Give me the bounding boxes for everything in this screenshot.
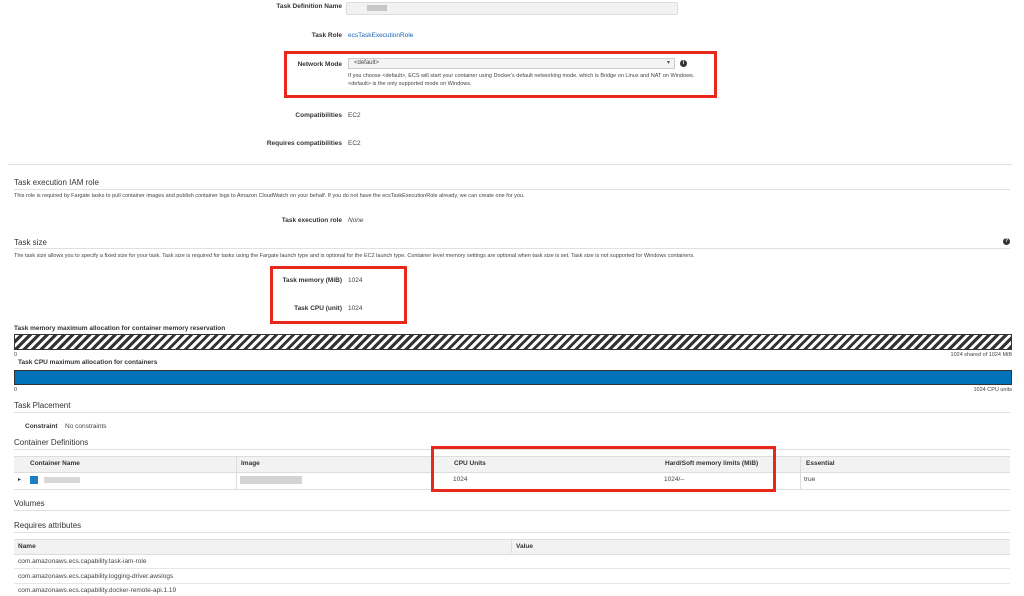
divider <box>14 189 1010 190</box>
help-icon[interactable]: ? <box>1003 238 1010 245</box>
column-divider <box>511 539 512 553</box>
cpu-allocation-total: 1024 CPU units <box>973 387 1012 393</box>
caret-right-icon[interactable]: ▸ <box>18 476 21 483</box>
cpu-allocation-title: Task CPU maximum allocation for containe… <box>18 359 158 366</box>
memory-allocation-total: 1024 shared of 1024 MiB <box>950 352 1012 358</box>
table-row: com.amazonaws.ecs.capability.docker-remo… <box>14 584 1010 596</box>
cpu-allocation-fill <box>15 371 1011 384</box>
attribute-name: com.amazonaws.ecs.capability.logging-dri… <box>18 573 174 580</box>
container-definitions-title: Container Definitions <box>14 438 89 447</box>
divider <box>8 164 1012 165</box>
divider <box>14 248 1010 249</box>
redacted-image <box>240 476 302 484</box>
task-size-description: The task size allows you to specify a fi… <box>14 253 695 259</box>
requires-compatibilities-value: EC2 <box>348 140 361 147</box>
task-size-title: Task size <box>14 238 47 247</box>
task-placement-title: Task Placement <box>14 401 71 410</box>
task-role-link[interactable]: ecsTaskExecutionRole <box>348 32 413 39</box>
table-row: com.amazonaws.ecs.capability.task-iam-ro… <box>14 554 1010 569</box>
network-mode-help: If you choose <default>, ECS will start … <box>348 73 695 87</box>
attribute-name: com.amazonaws.ecs.capability.task-iam-ro… <box>18 558 147 565</box>
network-mode-select[interactable]: <default> ▾ <box>348 58 675 69</box>
redacted-name <box>367 5 387 11</box>
container-icon <box>30 476 38 484</box>
requires-compatibilities-label: Requires compatibilities <box>266 140 342 147</box>
memory-allocation-title: Task memory maximum allocation for conta… <box>14 325 226 332</box>
table-row: com.amazonaws.ecs.capability.logging-dri… <box>14 569 1010 584</box>
network-mode-label: Network Mode <box>297 61 342 68</box>
cpu-allocation-bar <box>14 370 1012 385</box>
constraint-value: No constraints <box>65 423 107 430</box>
memory-allocation-fill <box>15 335 1011 349</box>
info-icon[interactable]: i <box>680 60 687 67</box>
constraint-label: Constraint <box>25 423 58 430</box>
chevron-down-icon: ▾ <box>666 60 670 66</box>
task-size-highlight <box>270 266 407 324</box>
divider <box>14 510 1010 511</box>
iam-section-title: Task execution IAM role <box>14 178 99 187</box>
task-execution-role-label: Task execution role <box>281 217 342 224</box>
column-value: Value <box>516 543 533 550</box>
task-cpu-value: 1024 <box>348 305 363 312</box>
memory-allocation-min: 0 <box>14 352 18 358</box>
memory-allocation-bar <box>14 334 1012 350</box>
redacted-container-name <box>44 477 80 483</box>
task-execution-role-value: None <box>348 217 364 224</box>
attributes-table-header <box>14 539 1010 555</box>
compatibilities-value: EC2 <box>348 112 361 119</box>
task-memory-value: 1024 <box>348 277 363 284</box>
task-definition-name-label: Task Definition Name <box>276 3 342 10</box>
column-essential: Essential <box>806 460 835 467</box>
task-role-label: Task Role <box>311 32 342 39</box>
column-image: Image <box>241 460 260 467</box>
divider <box>14 412 1010 413</box>
volumes-title: Volumes <box>14 499 45 508</box>
task-cpu-label: Task CPU (unit) <box>294 305 342 312</box>
column-container-name: Container Name <box>30 460 80 467</box>
network-mode-value: <default> <box>354 60 380 66</box>
column-name: Name <box>18 543 36 550</box>
attribute-name: com.amazonaws.ecs.capability.docker-remo… <box>18 587 177 594</box>
task-definition-name-field[interactable] <box>346 2 678 15</box>
container-resources-highlight <box>431 446 776 492</box>
task-memory-label: Task memory (MiB) <box>282 277 342 284</box>
divider <box>14 532 1010 533</box>
compatibilities-label: Compatibilities <box>295 112 342 119</box>
cpu-allocation-min: 0 <box>14 387 18 393</box>
essential-value: true <box>804 476 816 483</box>
requires-attributes-title: Requires attributes <box>14 521 82 530</box>
iam-description: This role is required by Fargate tasks t… <box>14 193 525 199</box>
